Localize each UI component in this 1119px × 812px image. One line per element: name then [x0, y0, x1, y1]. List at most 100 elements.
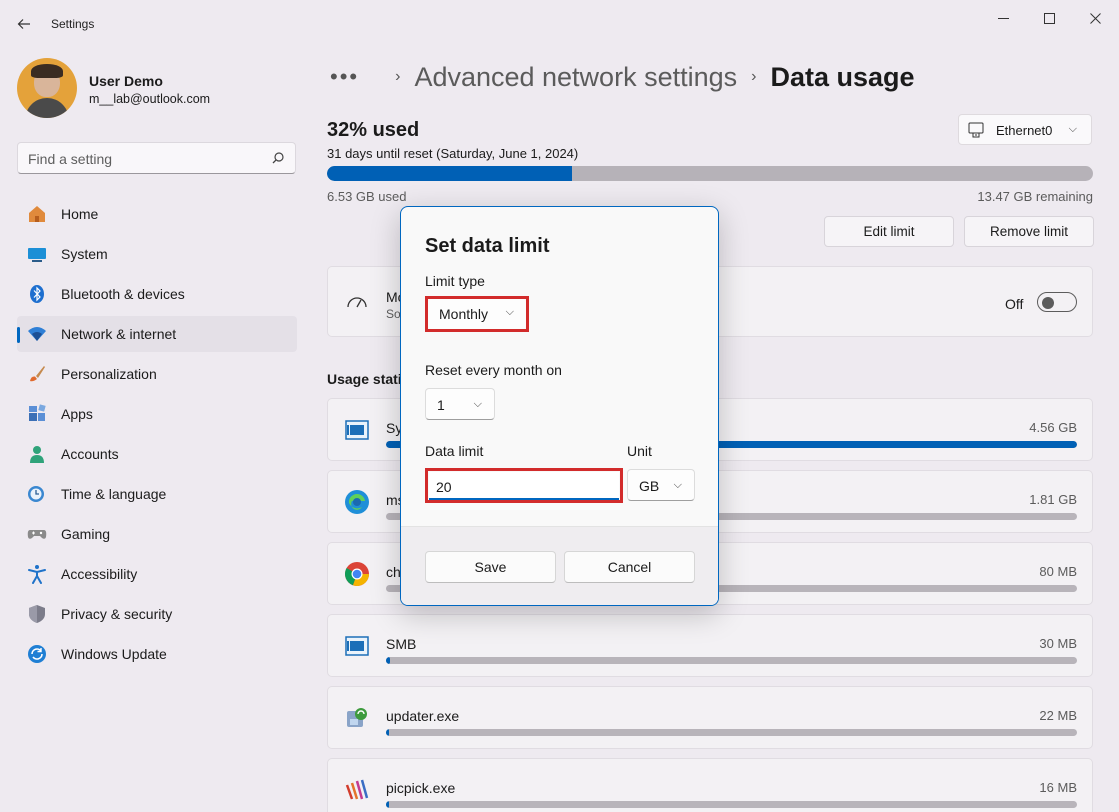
- sidebar-item-label: Windows Update: [61, 646, 167, 662]
- app-usage-fill: [386, 801, 389, 808]
- chevron-down-icon: ⌵: [474, 398, 482, 411]
- app-name: updater.exe: [386, 708, 459, 724]
- chevron-down-icon: ⌵: [674, 479, 682, 492]
- apps-icon: [27, 404, 47, 424]
- sidebar-item-windows-update[interactable]: Windows Update: [17, 636, 297, 672]
- sidebar-item-bluetooth[interactable]: Bluetooth & devices: [17, 276, 297, 312]
- sidebar-item-accessibility[interactable]: Accessibility: [17, 556, 297, 592]
- unit-dropdown[interactable]: GB ⌵: [627, 469, 695, 501]
- unit-label: Unit: [627, 443, 652, 459]
- chevron-right-icon: ›: [751, 68, 756, 86]
- app-size: 1.81 GB: [1029, 492, 1077, 507]
- dialog-title: Set data limit: [425, 235, 549, 258]
- clock-globe-icon: [27, 484, 47, 504]
- sidebar-item-accounts[interactable]: Accounts: [17, 436, 297, 472]
- bluetooth-icon: [27, 284, 47, 304]
- search-input[interactable]: Find a setting: [28, 151, 112, 167]
- shield-icon: [27, 604, 47, 624]
- system-app-icon: [344, 417, 370, 443]
- close-button[interactable]: [1072, 8, 1118, 28]
- reset-day-dropdown[interactable]: 1 ⌵: [425, 388, 495, 420]
- gamepad-icon: [27, 524, 47, 544]
- gauge-icon: [346, 293, 368, 311]
- sidebar-item-label: Privacy & security: [61, 606, 172, 622]
- sidebar-item-time-language[interactable]: Time & language: [17, 476, 297, 512]
- back-arrow-icon: [17, 17, 31, 31]
- limit-type-label: Limit type: [425, 273, 485, 289]
- adapter-dropdown[interactable]: Ethernet0 ⌵: [958, 114, 1092, 145]
- toggle-knob: [1042, 297, 1054, 309]
- maximize-icon: [1044, 13, 1055, 24]
- accounts-icon: [27, 444, 47, 464]
- sidebar-nav: Home System Bluetooth & devices Network …: [17, 196, 297, 676]
- metered-subtitle: So: [386, 307, 401, 321]
- sidebar-item-apps[interactable]: Apps: [17, 396, 297, 432]
- maximize-button[interactable]: [1026, 8, 1072, 28]
- data-limit-value: 20: [436, 479, 452, 495]
- edge-icon: [344, 489, 370, 515]
- app-usage-item: picpick.exe 16 MB: [327, 758, 1093, 812]
- save-button[interactable]: Save: [425, 551, 556, 583]
- breadcrumb: ••• › Advanced network settings › Data u…: [330, 60, 915, 94]
- sidebar-item-gaming[interactable]: Gaming: [17, 516, 297, 552]
- sidebar-item-label: Home: [61, 206, 98, 222]
- home-icon: [27, 204, 47, 224]
- ethernet-icon: [968, 122, 984, 138]
- sidebar-item-label: Time & language: [61, 486, 166, 502]
- chevron-down-icon: ⌵: [1069, 123, 1077, 136]
- app-size: 30 MB: [1039, 636, 1077, 651]
- app-usage-bar: [386, 801, 1077, 808]
- picpick-icon: [344, 777, 370, 803]
- remove-limit-button[interactable]: Remove limit: [964, 216, 1094, 247]
- app-name: ch: [386, 564, 401, 580]
- accessibility-icon: [27, 564, 47, 584]
- data-limit-input[interactable]: 20: [429, 472, 619, 500]
- search-icon: [272, 152, 284, 164]
- dialog-footer: Save Cancel: [401, 526, 719, 606]
- breadcrumb-parent-link[interactable]: Advanced network settings: [414, 62, 737, 93]
- reset-note: 31 days until reset (Saturday, June 1, 2…: [327, 146, 578, 161]
- sidebar-item-label: Apps: [61, 406, 93, 422]
- usage-progress-bar: [327, 166, 1093, 181]
- breadcrumb-overflow-button[interactable]: •••: [330, 64, 359, 90]
- system-app-icon: [344, 633, 370, 659]
- close-icon: [1090, 13, 1101, 24]
- minimize-button[interactable]: [980, 8, 1026, 28]
- unit-value: GB: [639, 478, 659, 494]
- usage-progress-fill: [327, 166, 572, 181]
- search-box[interactable]: Find a setting: [17, 142, 296, 174]
- section-title: Usage statis: [327, 371, 409, 387]
- sidebar-item-network[interactable]: Network & internet: [17, 316, 297, 352]
- sidebar-item-system[interactable]: System: [17, 236, 297, 272]
- app-usage-fill: [386, 657, 390, 664]
- back-button[interactable]: [12, 12, 36, 36]
- sidebar-item-label: Bluetooth & devices: [61, 286, 185, 302]
- app-name: picpick.exe: [386, 780, 455, 796]
- cancel-button[interactable]: Cancel: [564, 551, 695, 583]
- update-icon: [27, 644, 47, 664]
- sidebar-item-personalization[interactable]: Personalization: [17, 356, 297, 392]
- sidebar-item-home[interactable]: Home: [17, 196, 297, 232]
- sidebar-item-label: System: [61, 246, 108, 262]
- app-size: 80 MB: [1039, 564, 1077, 579]
- avatar: [17, 58, 77, 118]
- user-profile[interactable]: User Demo m__lab@outlook.com: [17, 58, 297, 118]
- app-size: 16 MB: [1039, 780, 1077, 795]
- sidebar-item-privacy[interactable]: Privacy & security: [17, 596, 297, 632]
- app-name: SMB: [386, 636, 416, 652]
- remaining-label: 13.47 GB remaining: [977, 189, 1093, 204]
- toggle-state-label: Off: [1005, 296, 1023, 312]
- sidebar-item-label: Accounts: [61, 446, 119, 462]
- page-title: Data usage: [770, 62, 914, 93]
- app-usage-item: SMB 30 MB: [327, 614, 1093, 677]
- profile-email: m__lab@outlook.com: [89, 92, 210, 106]
- edit-limit-button[interactable]: Edit limit: [824, 216, 954, 247]
- usage-percent: 32% used: [327, 119, 419, 142]
- limit-type-dropdown[interactable]: Monthly ⌵: [428, 299, 526, 329]
- reset-day-label: Reset every month on: [425, 362, 562, 378]
- app-usage-fill: [386, 729, 389, 736]
- app-size: 4.56 GB: [1029, 420, 1077, 435]
- sidebar-item-label: Network & internet: [61, 326, 176, 342]
- sidebar-item-label: Personalization: [61, 366, 157, 382]
- metered-toggle[interactable]: [1037, 292, 1077, 312]
